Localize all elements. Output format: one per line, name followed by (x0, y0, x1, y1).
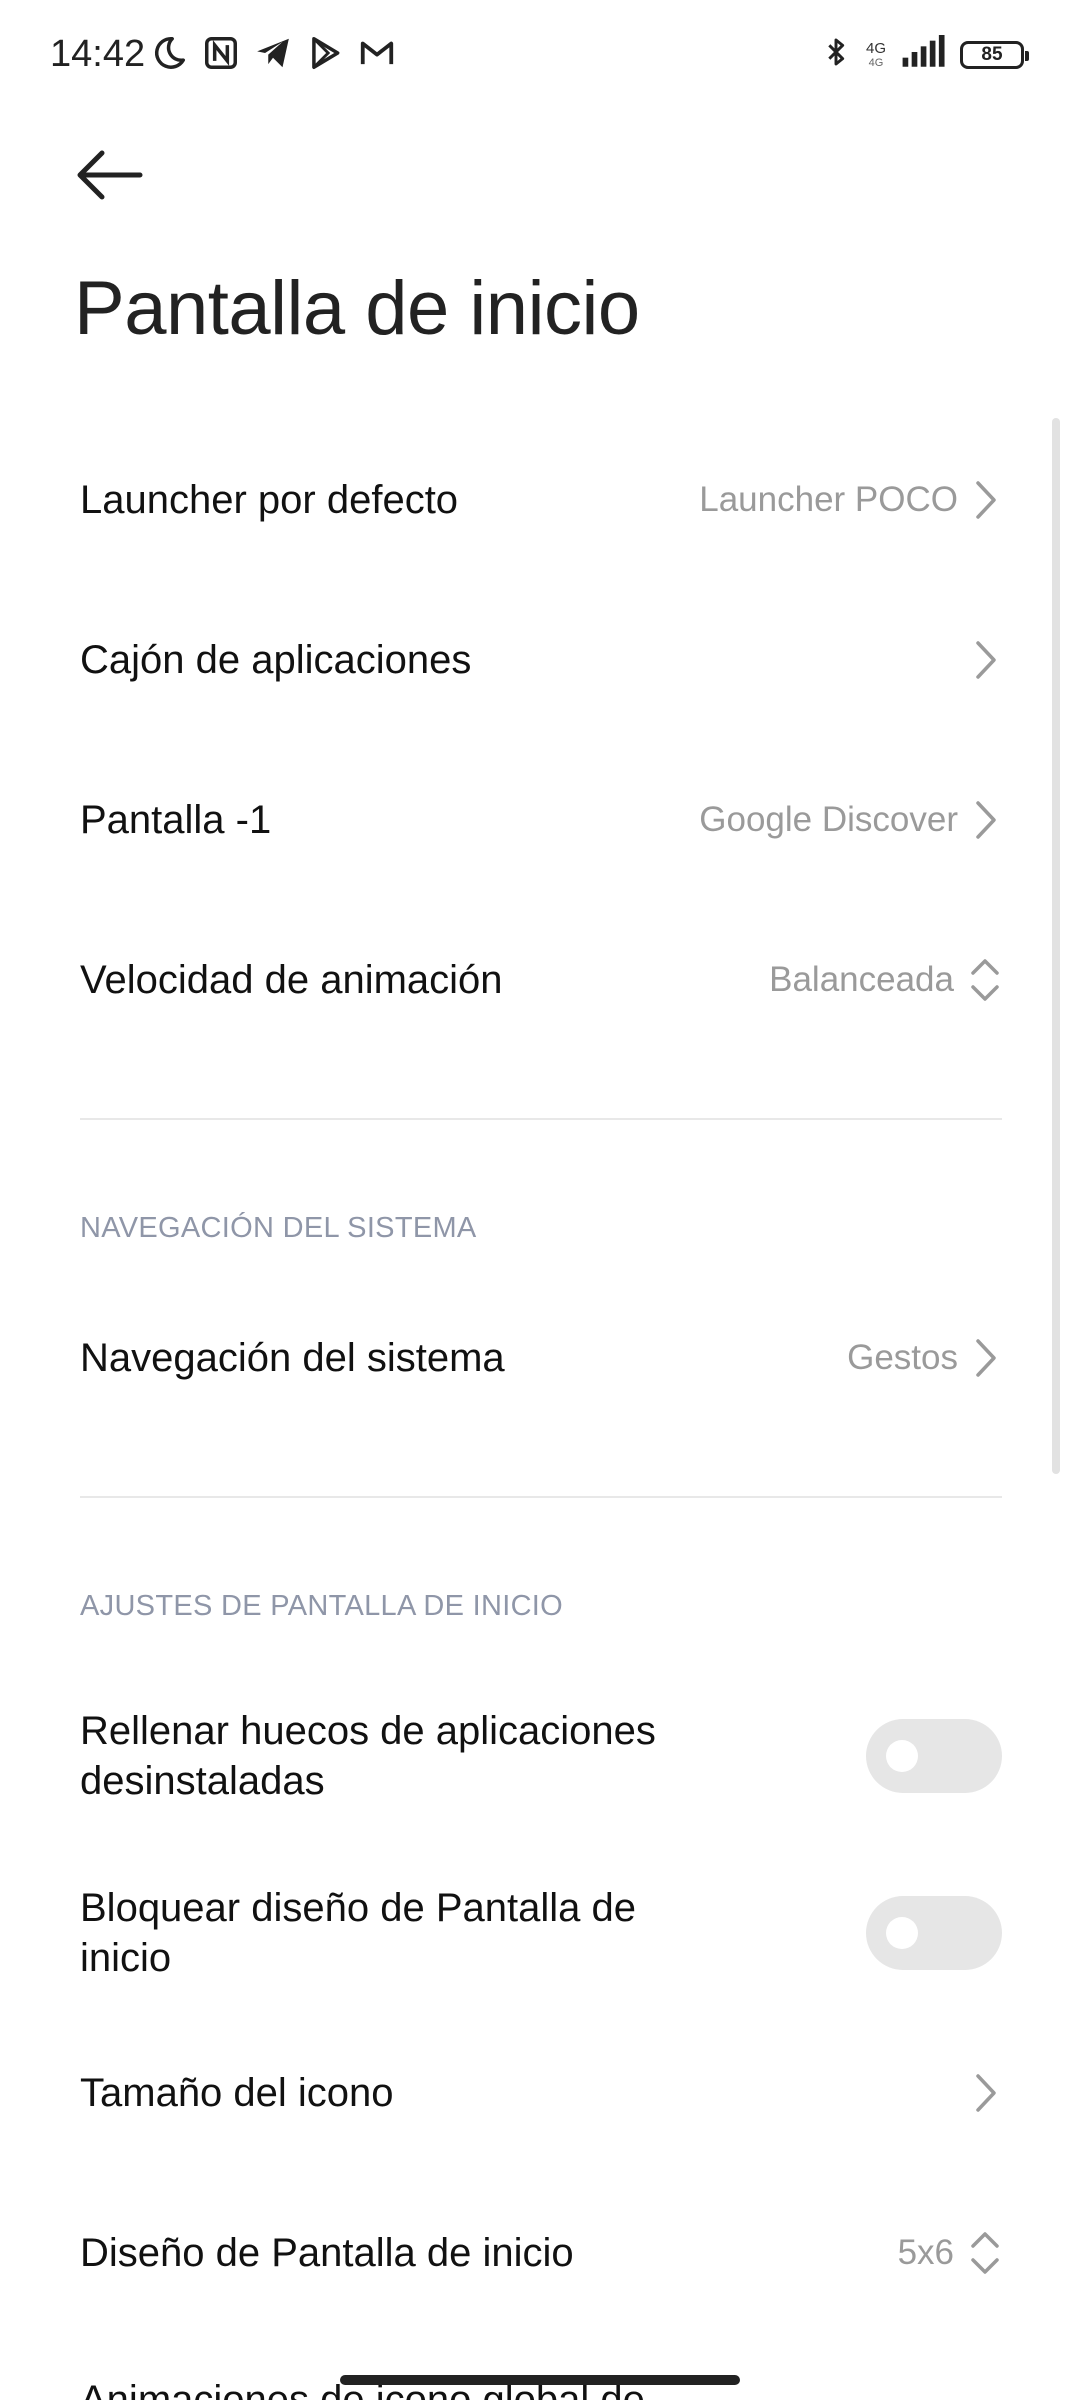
battery-level: 85 (981, 43, 1003, 65)
chevron-up-down-icon (968, 2228, 1002, 2278)
setting-animation-speed[interactable]: Velocidad de animación Balanceada (80, 945, 1002, 1015)
moon-icon (150, 34, 188, 72)
setting-label: Navegación del sistema (80, 1336, 505, 1380)
telegram-icon (254, 34, 292, 72)
setting-value: Gestos (847, 1338, 958, 1377)
chevron-right-icon (972, 635, 1002, 685)
setting-label: Cajón de aplicaciones (80, 638, 472, 682)
home-indicator[interactable] (340, 2375, 740, 2385)
lock-layout-toggle[interactable] (866, 1896, 1002, 1970)
chevron-right-icon (972, 1333, 1002, 1383)
scrollbar-thumb[interactable] (1052, 418, 1060, 1474)
section-divider (80, 1118, 1002, 1120)
section-header-home-settings: AJUSTES DE PANTALLA DE INICIO (80, 1590, 564, 1622)
status-time: 14:42 (50, 33, 146, 75)
back-button[interactable] (70, 140, 150, 210)
setting-value: Google Discover (699, 800, 958, 839)
network-type: 4G 4G (865, 39, 886, 69)
arrow-left-icon (70, 140, 150, 210)
setting-label: Rellenar huecos de aplicaciones desinsta… (80, 1709, 656, 1803)
setting-fill-gaps[interactable]: Rellenar huecos de aplicaciones desinsta… (80, 1703, 1002, 1809)
chevron-right-icon (972, 795, 1002, 845)
status-bar: 14:42 4G 4G 85 (0, 0, 1080, 108)
setting-label: Tamaño del icono (80, 2071, 394, 2115)
page-title: Pantalla de inicio (74, 266, 640, 351)
setting-label: Pantalla -1 (80, 798, 272, 842)
network-type-primary: 4G (865, 39, 886, 57)
nfc-icon (202, 34, 240, 72)
setting-home-layout[interactable]: Diseño de Pantalla de inicio 5x6 (80, 2218, 1002, 2288)
battery-indicator: 85 (960, 40, 1029, 69)
notification-icons (150, 34, 396, 72)
setting-label: Velocidad de animación (80, 958, 503, 1002)
setting-label: Bloquear diseño de Pantalla de inicio (80, 1886, 636, 1980)
play-store-icon (306, 34, 344, 72)
setting-value: Balanceada (769, 960, 954, 999)
system-status-icons: 4G 4G 85 (820, 32, 1029, 77)
setting-value: 5x6 (897, 2233, 954, 2272)
toggle-knob (886, 1740, 918, 1772)
setting-app-drawer[interactable]: Cajón de aplicaciones (80, 625, 1002, 695)
bluetooth-icon (820, 32, 852, 77)
setting-minus-one-screen[interactable]: Pantalla -1 Google Discover (80, 785, 1002, 855)
network-type-secondary: 4G (868, 56, 884, 69)
section-header-system-navigation: NAVEGACIÓN DEL SISTEMA (80, 1212, 477, 1244)
signal-icon (900, 35, 946, 74)
setting-value: Launcher POCO (699, 480, 958, 519)
setting-default-launcher[interactable]: Launcher por defecto Launcher POCO (80, 465, 1002, 535)
chevron-right-icon (972, 475, 1002, 525)
chevron-right-icon (972, 2068, 1002, 2118)
setting-lock-layout[interactable]: Bloquear diseño de Pantalla de inicio (80, 1886, 1002, 1980)
chevron-up-down-icon (968, 955, 1002, 1005)
setting-icon-size[interactable]: Tamaño del icono (80, 2058, 1002, 2128)
setting-label: Diseño de Pantalla de inicio (80, 2231, 574, 2275)
toggle-knob (886, 1917, 918, 1949)
setting-label: Launcher por defecto (80, 478, 459, 522)
fill-gaps-toggle[interactable] (866, 1719, 1002, 1793)
setting-system-navigation[interactable]: Navegación del sistema Gestos (80, 1323, 1002, 1393)
section-divider (80, 1496, 1002, 1498)
gmail-icon (358, 34, 396, 72)
